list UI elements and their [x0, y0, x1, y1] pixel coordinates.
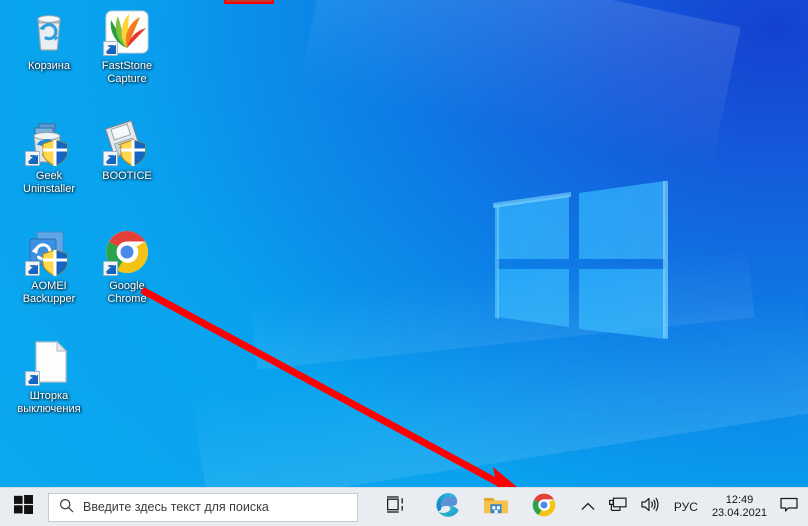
desktop-icon-bootice[interactable]: BOOTICE: [88, 118, 166, 183]
taskbar-item-edge[interactable]: [428, 488, 468, 526]
search-icon: [59, 498, 74, 516]
edge-icon: [435, 492, 461, 523]
desktop-icon-geek-uninstaller[interactable]: Geek Uninstaller: [10, 118, 88, 195]
aomei-backupper-icon: [25, 228, 73, 277]
taskbar: Введите здесь текст для поиска РУС 12:49…: [0, 487, 808, 526]
desktop-icon-faststone-capture[interactable]: FastStone Capture: [88, 8, 166, 85]
taskbar-item-chrome[interactable]: [524, 488, 564, 526]
desktop-icon-label: FastStone Capture: [101, 60, 153, 85]
bootice-icon: [103, 118, 151, 167]
shortcut-overlay-icon: [103, 151, 118, 166]
clock-time: 12:49: [725, 494, 754, 506]
chrome-icon: [531, 492, 557, 523]
desktop-icon-shutdown-curtain[interactable]: Шторка выключения: [10, 338, 88, 415]
start-button[interactable]: [0, 488, 46, 526]
windows-start-icon: [13, 495, 33, 519]
desktop-wallpaper[interactable]: Корзина FastStone Capture Geek Uninstall…: [0, 0, 808, 487]
shortcut-overlay-icon: [103, 261, 118, 276]
folder-icon: [483, 493, 509, 522]
desktop-icon-google-chrome[interactable]: Google Chrome: [88, 228, 166, 305]
chevron-up-icon: [581, 498, 595, 516]
desktop-icon-label: Корзина: [28, 60, 70, 72]
tray-volume-button[interactable]: [634, 488, 666, 526]
desktop-icon-label: Geek Uninstaller: [23, 170, 75, 195]
wallpaper-light-beam: [298, 0, 741, 175]
blank-document-icon: [25, 338, 73, 386]
shortcut-overlay-icon: [103, 41, 118, 56]
tray-language-button[interactable]: РУС: [666, 488, 706, 526]
desktop-icon-recycle-bin[interactable]: Корзина: [10, 8, 88, 73]
desktop-icon-label: AOMEI Backupper: [22, 280, 76, 305]
recycle-bin-icon: [25, 8, 73, 56]
chrome-icon: [103, 228, 151, 276]
language-indicator: РУС: [673, 500, 698, 514]
search-placeholder-text: Введите здесь текст для поиска: [83, 500, 269, 514]
task-view-button[interactable]: [376, 488, 416, 526]
taskbar-item-file-explorer[interactable]: [476, 488, 516, 526]
volume-icon: [641, 497, 659, 517]
windows-logo-watermark: [493, 181, 668, 339]
taskbar-clock[interactable]: 12:49 23.04.2021: [706, 494, 776, 520]
desktop-icon-aomei-backupper[interactable]: AOMEI Backupper: [10, 228, 88, 305]
network-icon: [608, 497, 627, 517]
notification-center-button[interactable]: [776, 488, 808, 526]
shortcut-overlay-icon: [25, 151, 40, 166]
task-view-icon: [386, 496, 406, 518]
tray-overflow-button[interactable]: [574, 488, 602, 526]
pinned-apps: [428, 488, 564, 526]
tray-network-button[interactable]: [602, 488, 634, 526]
system-tray: РУС 12:49 23.04.2021: [574, 488, 808, 526]
desktop-icon-label: Google Chrome: [107, 280, 147, 305]
desktop-icon-label: Шторка выключения: [17, 390, 81, 415]
shortcut-overlay-icon: [25, 261, 40, 276]
clock-date: 23.04.2021: [711, 507, 767, 519]
notification-icon: [780, 497, 798, 518]
desktop-icon-label: BOOTICE: [102, 170, 152, 182]
red-highlight-box: [224, 0, 274, 4]
shortcut-overlay-icon: [25, 371, 40, 386]
search-input[interactable]: Введите здесь текст для поиска: [48, 492, 358, 522]
faststone-capture-icon: [103, 8, 151, 56]
geek-uninstaller-icon: [25, 118, 73, 167]
